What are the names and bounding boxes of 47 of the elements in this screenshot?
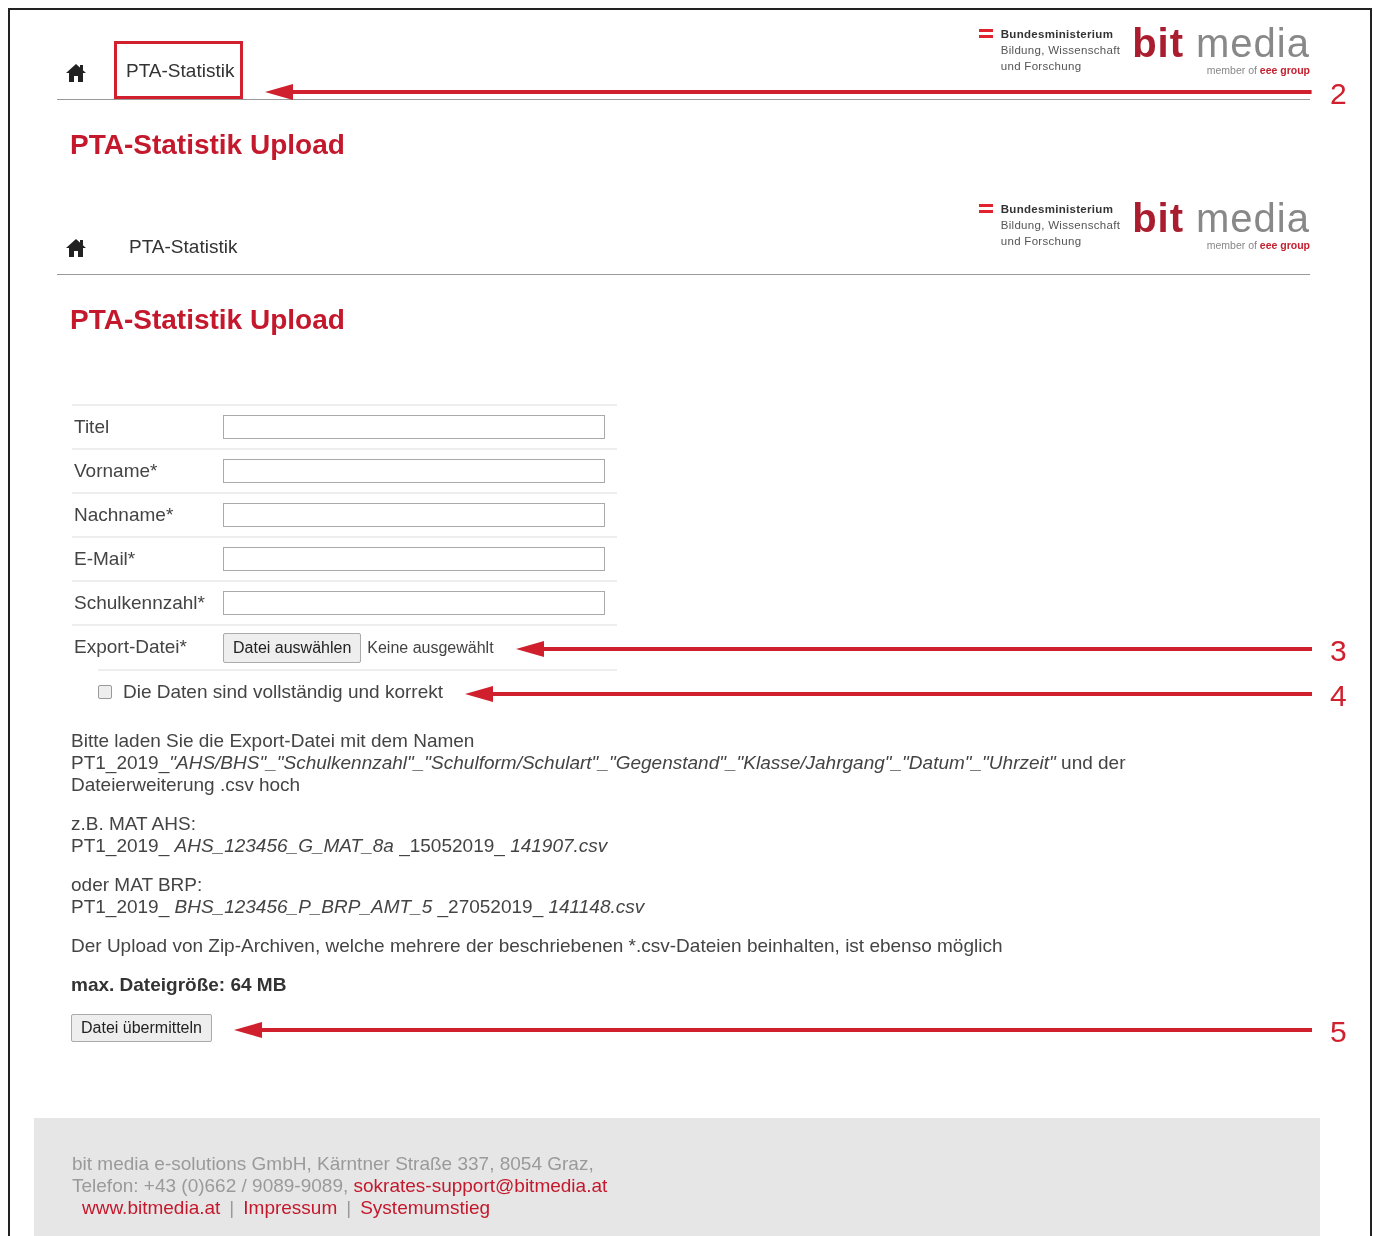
ministry-text: Bildung, Wissenschaft bbox=[1000, 218, 1121, 233]
ministry-text: Bildung, Wissenschaft bbox=[1000, 43, 1121, 58]
input-field[interactable] bbox=[223, 591, 605, 615]
logo-tagline: member of eee group bbox=[1206, 238, 1310, 252]
footer-link[interactable]: www.bitmedia.at bbox=[82, 1197, 221, 1218]
instruction-text: max. Dateigröße: 64 MB bbox=[71, 974, 288, 996]
choose-file-button[interactable]: Datei auswählen bbox=[223, 632, 362, 663]
footer-phone: Telefon: +43 (0)662 / 9089-9089, bbox=[72, 1175, 350, 1196]
home-icon[interactable] bbox=[65, 238, 87, 258]
input-field[interactable] bbox=[223, 459, 605, 483]
instruction-text: oder MAT BRP: PT1_2019_ BHS_123456_P_BRP_AMT_5 _27052019_ 141148.csv bbox=[71, 874, 646, 918]
annotation-number: 2 bbox=[1330, 78, 1347, 109]
logo-text: bit bbox=[1132, 21, 1185, 65]
email-link[interactable]: sokrates-support@bitmedia.at bbox=[353, 1175, 608, 1196]
footer-address: bit media e-solutions GmbH, Kärntner Straße 337, 8054 Graz, bbox=[72, 1153, 595, 1175]
logo-text: bit bbox=[1132, 196, 1185, 240]
separator-text: | bbox=[346, 1197, 352, 1218]
page-title: PTA-Statistik Upload bbox=[70, 303, 346, 337]
separator-text: | bbox=[229, 1197, 235, 1218]
logo-text: media bbox=[1196, 21, 1310, 65]
footer-link[interactable]: Impressum bbox=[243, 1197, 338, 1218]
nav-tab[interactable]: PTA-Statistik bbox=[114, 40, 244, 99]
ministry-text: und Forschung bbox=[1000, 234, 1083, 249]
input-field[interactable] bbox=[223, 547, 605, 571]
annotation-number: 5 bbox=[1330, 1017, 1347, 1047]
instruction-text: Der Upload von Zip-Archiven, welche mehrere der beschriebenen *.csv-Dateien beinhalten, ist ebenso möglich bbox=[71, 935, 1004, 957]
nav-tab[interactable]: PTA-Statistik bbox=[117, 216, 247, 274]
flag-icon bbox=[978, 204, 993, 214]
input-field[interactable] bbox=[223, 415, 605, 439]
ministry-text: und Forschung bbox=[1000, 59, 1083, 74]
input-field[interactable] bbox=[223, 503, 605, 527]
flag-icon bbox=[978, 29, 993, 39]
file-status: Keine ausgewählt bbox=[367, 638, 494, 656]
instruction-text: Bitte laden Sie die Export-Datei mit dem Namen PT1_2019_"AHS/BHS"_"Schulkennzahl"_"Schulform/Schulart"_"Gegenstand"_"Klasse/Jahrgang"_"Datum"_"Uhrzeit" und der Dateierweiterung .csv hoch bbox=[71, 730, 1127, 796]
home-icon[interactable] bbox=[65, 63, 87, 83]
logo-text: media bbox=[1196, 196, 1310, 240]
ministry-text: Bundesministerium bbox=[1000, 202, 1115, 217]
page-title: PTA-Statistik Upload bbox=[70, 128, 346, 162]
checkbox-label: Die Daten sind vollständig und korrekt bbox=[123, 679, 443, 704]
ministry-text: Bundesministerium bbox=[1000, 27, 1115, 42]
logo-tagline: member of eee group bbox=[1206, 63, 1310, 77]
submit-button[interactable]: Datei übermitteln bbox=[71, 1014, 212, 1042]
instruction-text: z.B. MAT AHS: PT1_2019_ AHS_123456_G_MAT_8a _15052019_ 141907.csv bbox=[71, 813, 609, 857]
annotation-number: 4 bbox=[1330, 681, 1347, 711]
annotation-number: 3 bbox=[1330, 636, 1347, 666]
footer-link[interactable]: Systemumstieg bbox=[360, 1197, 491, 1218]
checkbox[interactable] bbox=[98, 685, 112, 699]
